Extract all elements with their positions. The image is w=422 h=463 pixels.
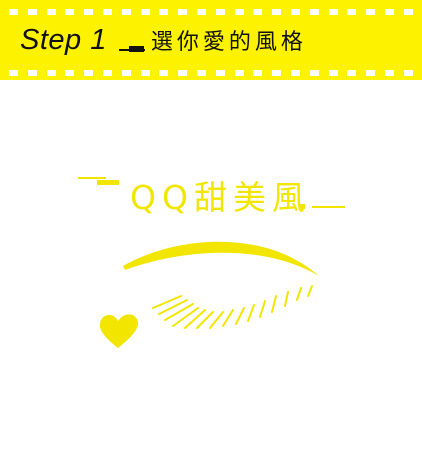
banner-heading: 選你愛的風格 — [150, 30, 307, 55]
heart-icon — [99, 314, 139, 348]
eyelash-icon — [152, 285, 313, 329]
eyebrow-icon — [123, 241, 319, 276]
deco-line-right — [312, 206, 345, 208]
step-label: Step 1 — [20, 23, 107, 56]
film-perforations-top — [0, 9, 422, 15]
deco-line-left — [78, 177, 106, 179]
style-name: QQ甜美風 — [130, 178, 311, 217]
step-banner: Step 1 選你愛的風格 — [0, 0, 422, 80]
style-title: QQ甜美風 — [0, 168, 422, 218]
banner-title: Step 1 選你愛的風格 — [20, 22, 307, 58]
separator-mark — [118, 22, 145, 58]
deco-dash-left — [97, 180, 119, 185]
film-perforations-bottom — [0, 70, 422, 76]
deco-dot-right — [300, 204, 305, 209]
eye-illustration — [99, 241, 319, 348]
